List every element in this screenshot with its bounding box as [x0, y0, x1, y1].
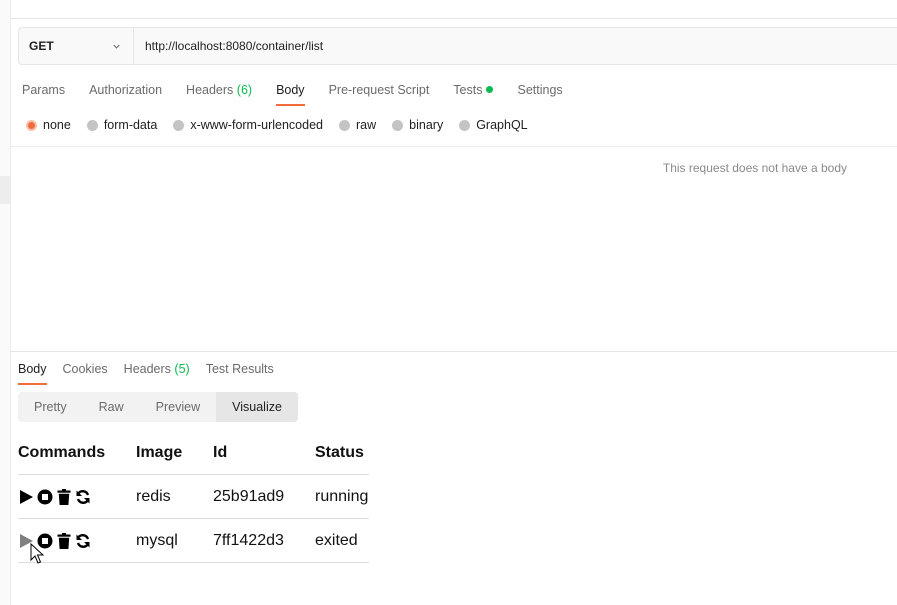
view-mode-visualize[interactable]: Visualize: [216, 392, 298, 422]
image-cell: mysql: [136, 518, 213, 563]
body-type-raw-label: raw: [356, 118, 377, 132]
response-tabs: Body Cookies Headers (5) Test Results: [18, 359, 290, 385]
response-tab-body-label: Body: [18, 362, 47, 376]
containers-table: Commands Image Id Status redis 25b91ad9 …: [18, 432, 369, 563]
response-tab-test-results-label: Test Results: [205, 362, 274, 376]
tab-headers-label: Headers: [186, 83, 234, 97]
status-cell: exited: [315, 518, 369, 563]
column-header-commands: Commands: [18, 432, 136, 475]
radio-button-selected[interactable]: [26, 119, 37, 131]
body-type-form-data[interactable]: form-data: [86, 118, 158, 132]
table-row: redis 25b91ad9 running: [18, 474, 369, 519]
trash-icon[interactable]: [56, 488, 72, 505]
pane-divider[interactable]: [10, 351, 897, 352]
view-mode-raw[interactable]: Raw: [83, 392, 140, 422]
column-header-image: Image: [136, 432, 213, 475]
tab-params-label: Params: [22, 83, 66, 97]
radio-button[interactable]: [392, 119, 404, 131]
status-cell: running: [315, 474, 369, 519]
divider: [10, 146, 897, 147]
no-body-message: This request does not have a body: [662, 161, 847, 175]
left-sidebar-strip: [0, 0, 11, 605]
body-type-selector: none form-data x-www-form-urlencoded raw…: [26, 118, 544, 132]
table-header-row: Commands Image Id Status: [18, 432, 369, 475]
response-tab-test-results[interactable]: Test Results: [206, 359, 274, 379]
body-type-raw[interactable]: raw: [339, 118, 376, 132]
tests-status-dot: [486, 86, 494, 93]
response-tab-cookies-label: Cookies: [62, 362, 108, 376]
tab-headers[interactable]: Headers (6): [186, 80, 252, 106]
restart-icon[interactable]: [75, 533, 91, 549]
chevron-down-icon: [113, 44, 120, 49]
tab-settings-label: Settings: [517, 83, 563, 97]
image-cell: redis: [136, 474, 213, 519]
radio-button[interactable]: [339, 119, 350, 131]
restart-icon[interactable]: [75, 489, 91, 505]
column-header-status: Status: [315, 432, 369, 475]
id-cell: 7ff1422d3: [213, 518, 315, 563]
tab-tests-label: Tests: [453, 83, 483, 97]
tab-authorization[interactable]: Authorization: [89, 80, 162, 106]
view-mode-switcher: Pretty Raw Preview Visualize: [18, 392, 298, 422]
tab-pre-request-script[interactable]: Pre-request Script: [329, 80, 430, 106]
trash-icon[interactable]: [56, 532, 72, 549]
top-bar: [10, 0, 897, 19]
stop-icon[interactable]: [37, 489, 53, 505]
response-tab-cookies[interactable]: Cookies: [63, 359, 108, 379]
radio-button[interactable]: [86, 119, 98, 131]
body-type-none[interactable]: none: [26, 118, 71, 132]
radio-button[interactable]: [173, 119, 185, 131]
response-headers-count-badge: (5): [174, 362, 190, 376]
body-type-binary[interactable]: binary: [392, 118, 443, 132]
body-type-form-data-label: form-data: [103, 118, 158, 132]
headers-count-badge: (6): [236, 83, 253, 97]
left-sidebar-marker: [0, 176, 10, 204]
view-mode-preview[interactable]: Preview: [140, 392, 216, 422]
request-tabs: Params Authorization Headers (6) Body Pr…: [22, 80, 587, 106]
tab-settings[interactable]: Settings: [517, 80, 562, 106]
view-mode-pretty[interactable]: Pretty: [18, 392, 83, 422]
body-type-urlencoded[interactable]: x-www-form-urlencoded: [173, 118, 323, 132]
column-header-id: Id: [213, 432, 315, 475]
id-cell: 25b91ad9: [213, 474, 315, 519]
response-tab-body[interactable]: Body: [18, 359, 47, 385]
tab-authorization-label: Authorization: [89, 83, 163, 97]
table-row: mysql 7ff1422d3 exited: [18, 518, 369, 563]
response-tab-headers[interactable]: Headers (5): [124, 359, 190, 379]
radio-button[interactable]: [459, 119, 471, 131]
body-type-urlencoded-label: x-www-form-urlencoded: [190, 118, 323, 132]
body-type-graphql-label: GraphQL: [476, 118, 528, 132]
tab-body-label: Body: [276, 83, 305, 97]
url-bar: GET http://localhost:8080/container/list: [18, 27, 897, 65]
commands-cell: [18, 474, 136, 519]
play-icon[interactable]: [18, 489, 34, 505]
url-input[interactable]: http://localhost:8080/container/list: [134, 28, 323, 64]
tab-tests[interactable]: Tests: [453, 80, 494, 106]
mouse-cursor-icon: [30, 543, 44, 564]
tab-body[interactable]: Body: [276, 80, 305, 106]
method-label: GET: [29, 39, 54, 53]
body-type-binary-label: binary: [409, 118, 444, 132]
response-tab-headers-label: Headers: [123, 362, 171, 376]
tab-pre-request-script-label: Pre-request Script: [328, 83, 430, 97]
body-type-none-label: none: [43, 118, 71, 132]
method-select[interactable]: GET: [19, 28, 134, 64]
command-icons: [18, 488, 136, 505]
body-type-graphql[interactable]: GraphQL: [459, 118, 528, 132]
tab-params[interactable]: Params: [22, 80, 65, 106]
